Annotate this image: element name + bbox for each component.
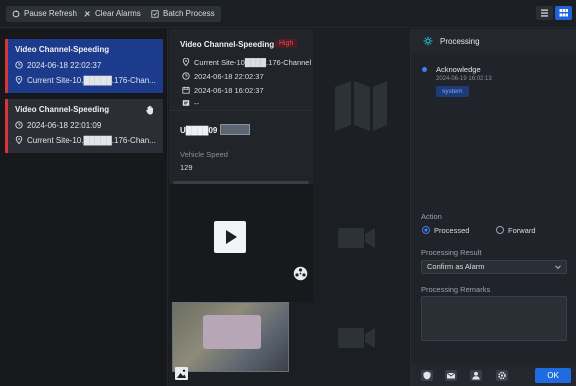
clear-alarms-button[interactable]: Clear Alarms xyxy=(77,6,147,22)
list-icon xyxy=(541,9,548,17)
clock-icon xyxy=(15,121,23,129)
alarm-card[interactable]: Video Channel-Speeding 2024-06-18 22:01:… xyxy=(5,99,163,153)
batch-icon xyxy=(151,10,159,18)
detail-site-row: Current Site-10████.176-Channel 1 xyxy=(182,58,317,67)
map-placeholder xyxy=(313,29,409,184)
processed-label: Processed xyxy=(434,226,470,235)
shield-button[interactable] xyxy=(421,370,433,381)
alarm-time: 2024-06-18 22:02:37 xyxy=(27,61,102,70)
alarm-time-row: 2024-06-18 22:02:37 xyxy=(15,61,101,70)
vehicle-speed-label: Vehicle Speed xyxy=(180,150,228,159)
alarm-site: Current Site-10.█████.176-Chan... xyxy=(27,76,156,85)
alarm-title: Video Channel-Speeding xyxy=(15,45,110,54)
detail-start-time: 2024-06-18 22:02:37 xyxy=(194,72,264,81)
top-toolbar: Pause Refresh Clear Alarms Batch Process xyxy=(0,0,576,28)
detail-title: Video Channel-Speeding xyxy=(180,40,275,49)
mail-icon xyxy=(446,372,456,379)
processing-panel: Processing Acknowledge 2024-06-19 16:02:… xyxy=(410,29,576,386)
pause-refresh-button[interactable]: Pause Refresh xyxy=(6,6,83,22)
detail-note: -- xyxy=(194,99,199,108)
detail-start-row: 2024-06-18 22:02:37 xyxy=(182,72,264,81)
location-pin-icon xyxy=(15,136,23,144)
detail-note-row: -- xyxy=(182,99,199,108)
plate-number: U████09 xyxy=(180,126,218,135)
batch-process-button[interactable]: Batch Process xyxy=(145,6,221,22)
snapshot-thumbnail[interactable] xyxy=(172,302,289,372)
processed-radio[interactable] xyxy=(422,226,430,234)
processing-header: Processing xyxy=(411,29,576,53)
batch-process-label: Batch Process xyxy=(163,9,215,18)
detail-end-row: 2024-06-18 16:02:37 xyxy=(182,86,264,95)
clock-icon xyxy=(182,72,190,80)
processing-title: Processing xyxy=(440,37,480,46)
alarm-time: 2024-06-18 22:01:09 xyxy=(27,121,102,130)
grid-view-button[interactable] xyxy=(555,6,572,20)
user-button[interactable] xyxy=(470,370,482,381)
picture-icon xyxy=(177,369,186,378)
acknowledge-label: Acknowledge xyxy=(436,65,481,74)
processing-icon xyxy=(423,36,433,46)
ok-button[interactable]: OK xyxy=(535,368,571,383)
action-label: Action xyxy=(421,212,442,221)
alarm-site: Current Site-10.█████.176-Chan... xyxy=(27,136,156,145)
clear-icon xyxy=(84,11,90,17)
chevron-down-icon xyxy=(555,265,561,270)
location-pin-icon xyxy=(182,58,190,66)
detail-site: Current Site-10████.176-Channel 1 xyxy=(194,58,318,67)
location-pin-icon xyxy=(15,76,23,84)
clock-icon xyxy=(15,61,23,69)
alarm-time-row: 2024-06-18 22:01:09 xyxy=(15,121,101,130)
note-icon xyxy=(182,100,190,106)
list-view-button[interactable] xyxy=(536,6,553,20)
clear-alarms-label: Clear Alarms xyxy=(95,9,141,18)
processing-footer: OK xyxy=(411,365,576,386)
video-player[interactable] xyxy=(169,184,313,302)
play-icon xyxy=(226,230,237,244)
system-tag: system xyxy=(436,86,469,97)
forward-label: Forward xyxy=(508,226,536,235)
processing-remarks-label: Processing Remarks xyxy=(421,285,491,294)
mail-button[interactable] xyxy=(445,370,457,381)
processing-result-label: Processing Result xyxy=(421,248,482,257)
user-icon xyxy=(472,371,480,380)
plate-image[interactable] xyxy=(220,124,250,135)
video-placeholder xyxy=(313,184,409,302)
image-icon[interactable] xyxy=(175,367,188,380)
hand-icon xyxy=(146,105,153,115)
grid-icon xyxy=(559,9,568,17)
blurred-region xyxy=(203,315,261,349)
detail-end-time: 2024-06-18 16:02:37 xyxy=(194,86,264,95)
timeline-dot xyxy=(422,67,427,72)
settings-button[interactable] xyxy=(496,370,508,381)
play-button[interactable] xyxy=(214,221,246,253)
calendar-icon xyxy=(182,86,190,94)
processing-remarks-input[interactable] xyxy=(421,296,567,341)
forward-radio[interactable] xyxy=(496,226,504,234)
vehicle-speed-value: 129 xyxy=(180,163,193,172)
alarm-title: Video Channel-Speeding xyxy=(15,105,110,114)
alarm-list: Video Channel-Speeding 2024-06-18 22:02:… xyxy=(0,29,168,386)
map-icon xyxy=(335,81,387,131)
processing-result-value: Confirm as Alarm xyxy=(427,262,485,271)
processing-result-select[interactable]: Confirm as Alarm xyxy=(421,260,567,274)
alarm-info: Video Channel-Speeding High Current Site… xyxy=(169,29,317,184)
gear-icon xyxy=(498,371,506,380)
shield-icon xyxy=(423,371,431,380)
pause-refresh-label: Pause Refresh xyxy=(24,9,77,18)
film-reel-icon[interactable] xyxy=(293,266,308,281)
alarm-site-row: Current Site-10.█████.176-Chan... xyxy=(15,136,156,145)
level-badge: High xyxy=(275,39,298,48)
refresh-icon xyxy=(12,10,20,18)
acknowledge-time: 2024-06-19 16:02:13 xyxy=(436,76,492,82)
alarm-site-row: Current Site-10.█████.176-Chan... xyxy=(15,76,156,85)
alarm-detail-panel: Video Channel-Speeding High Current Site… xyxy=(169,29,409,386)
divider xyxy=(169,110,313,111)
alarm-card-selected[interactable]: Video Channel-Speeding 2024-06-18 22:02:… xyxy=(5,39,163,93)
video-camera-icon xyxy=(338,228,375,248)
